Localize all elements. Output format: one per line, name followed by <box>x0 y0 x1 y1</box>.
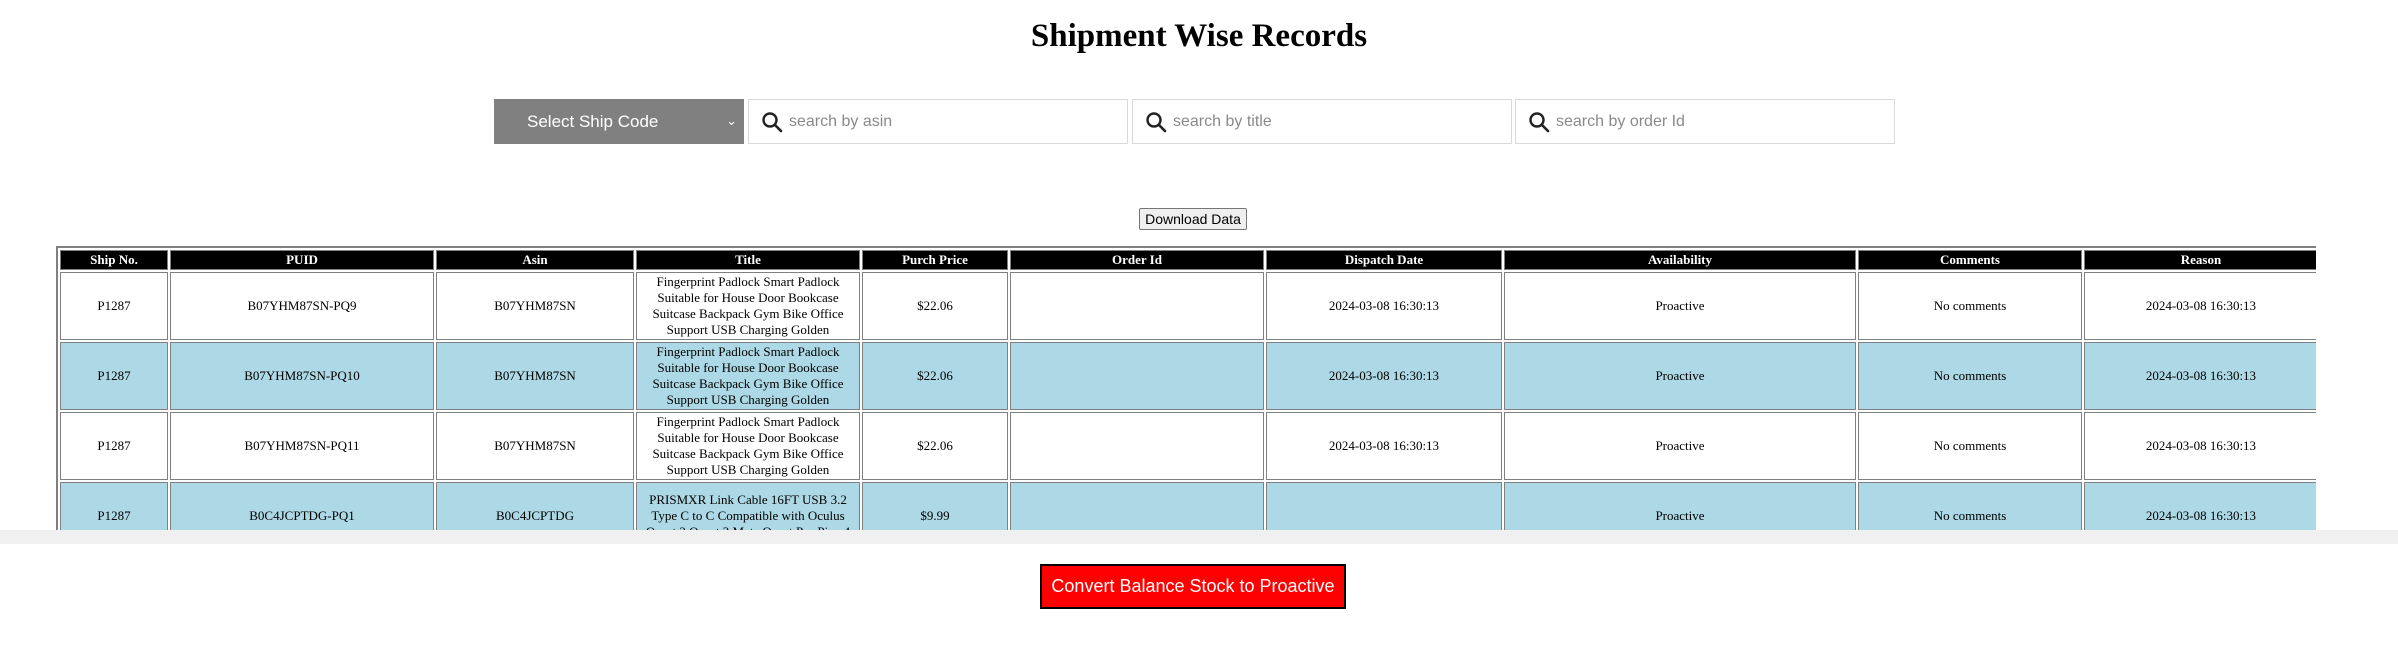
horizontal-scrollbar[interactable] <box>0 530 2398 544</box>
cell-comments: No comments <box>1858 342 2082 410</box>
cell-ship-no: P1287 <box>60 412 168 480</box>
cell-purch-price: $22.06 <box>862 412 1008 480</box>
cell-asin: B0C4JCPTDG <box>436 482 634 530</box>
download-data-button[interactable]: Download Data <box>1139 208 1247 230</box>
cell-availability: Proactive <box>1504 272 1856 340</box>
table-row: P1287 B07YHM87SN-PQ11 B07YHM87SN Fingerp… <box>60 412 2316 480</box>
cell-purch-price: $22.06 <box>862 342 1008 410</box>
cell-puid: B07YHM87SN-PQ11 <box>170 412 434 480</box>
cell-comments: No comments <box>1858 272 2082 340</box>
header-comments: Comments <box>1858 250 2082 270</box>
cell-availability: Proactive <box>1504 342 1856 410</box>
table-row: P1287 B07YHM87SN-PQ10 B07YHM87SN Fingerp… <box>60 342 2316 410</box>
cell-order-id <box>1010 272 1264 340</box>
cell-puid: B0C4JCPTDG-PQ1 <box>170 482 434 530</box>
cell-purch-price: $22.06 <box>862 272 1008 340</box>
cell-title: PRISMXR Link Cable 16FT USB 3.2 Type C t… <box>636 482 860 530</box>
cell-dispatch-date: 2024-03-08 16:30:13 <box>1266 272 1502 340</box>
header-puid: PUID <box>170 250 434 270</box>
convert-balance-stock-button[interactable]: Convert Balance Stock to Proactive <box>1040 564 1346 609</box>
table-row: P1287 B0C4JCPTDG-PQ1 B0C4JCPTDG PRISMXR … <box>60 482 2316 530</box>
table-row: P1287 B07YHM87SN-PQ9 B07YHM87SN Fingerpr… <box>60 272 2316 340</box>
cell-title: Fingerprint Padlock Smart Padlock Suitab… <box>636 272 860 340</box>
cell-order-id <box>1010 482 1264 530</box>
cell-dispatch-date: 2024-03-08 16:30:13 <box>1266 412 1502 480</box>
cell-puid: B07YHM87SN-PQ9 <box>170 272 434 340</box>
header-dispatch-date: Dispatch Date <box>1266 250 1502 270</box>
header-order-id: Order Id <box>1010 250 1264 270</box>
cell-ship-no: P1287 <box>60 272 168 340</box>
cell-reason: 2024-03-08 16:30:13 <box>2084 412 2316 480</box>
ship-code-select[interactable]: Select Ship Code ⌄ <box>494 99 744 144</box>
filter-bar: Select Ship Code ⌄ search by asin search… <box>0 99 2398 144</box>
cell-comments: No comments <box>1858 412 2082 480</box>
cell-reason: 2024-03-08 16:30:13 <box>2084 272 2316 340</box>
cell-dispatch-date: 2024-03-08 16:30:13 <box>1266 342 1502 410</box>
header-availability: Availability <box>1504 250 1856 270</box>
header-reason: Reason <box>2084 250 2316 270</box>
cell-purch-price: $9.99 <box>862 482 1008 530</box>
cell-asin: B07YHM87SN <box>436 272 634 340</box>
cell-dispatch-date <box>1266 482 1502 530</box>
page-title: Shipment Wise Records <box>1030 18 1368 54</box>
cell-asin: B07YHM87SN <box>436 412 634 480</box>
search-icon <box>1529 112 1550 133</box>
header-title: Title <box>636 250 860 270</box>
cell-availability: Proactive <box>1504 482 1856 530</box>
cell-title: Fingerprint Padlock Smart Padlock Suitab… <box>636 342 860 410</box>
search-title-input[interactable]: search by title <box>1132 99 1512 144</box>
cell-ship-no: P1287 <box>60 342 168 410</box>
records-table: Ship No. PUID Asin Title Purch Price Ord… <box>56 246 2316 530</box>
cell-reason: 2024-03-08 16:30:13 <box>2084 482 2316 530</box>
search-icon <box>1146 112 1167 133</box>
header-ship-no: Ship No. <box>60 250 168 270</box>
cell-ship-no: P1287 <box>60 482 168 530</box>
cell-puid: B07YHM87SN-PQ10 <box>170 342 434 410</box>
records-table-container[interactable]: Ship No. PUID Asin Title Purch Price Ord… <box>56 246 2316 530</box>
cell-availability: Proactive <box>1504 412 1856 480</box>
cell-title: Fingerprint Padlock Smart Padlock Suitab… <box>636 412 860 480</box>
search-icon <box>762 112 783 133</box>
cell-asin: B07YHM87SN <box>436 342 634 410</box>
search-title-placeholder: search by title <box>1173 113 1272 130</box>
chevron-down-icon: ⌄ <box>726 113 737 128</box>
search-order-id-placeholder: search by order Id <box>1556 113 1685 130</box>
search-asin-input[interactable]: search by asin <box>748 99 1128 144</box>
header-asin: Asin <box>436 250 634 270</box>
cell-comments: No comments <box>1858 482 2082 530</box>
cell-reason: 2024-03-08 16:30:13 <box>2084 342 2316 410</box>
search-order-id-input[interactable]: search by order Id <box>1515 99 1895 144</box>
ship-code-select-label: Select Ship Code <box>527 111 659 131</box>
table-header-row: Ship No. PUID Asin Title Purch Price Ord… <box>60 250 2316 270</box>
search-asin-placeholder: search by asin <box>789 113 893 130</box>
cell-order-id <box>1010 412 1264 480</box>
cell-order-id <box>1010 342 1264 410</box>
header-purch-price: Purch Price <box>862 250 1008 270</box>
